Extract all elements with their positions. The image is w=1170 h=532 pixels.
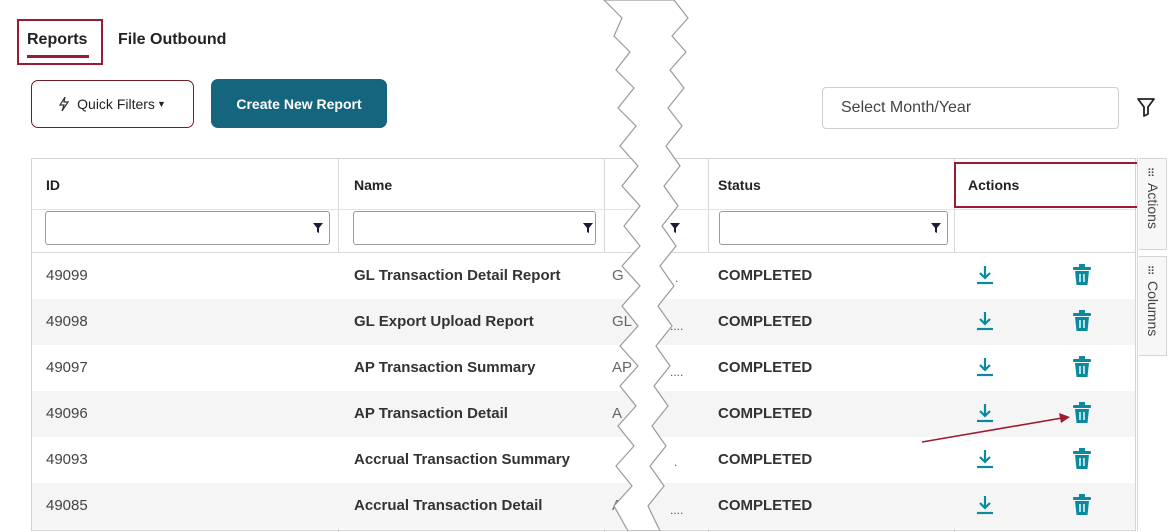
- torn-edge-graphic: [603, 0, 689, 531]
